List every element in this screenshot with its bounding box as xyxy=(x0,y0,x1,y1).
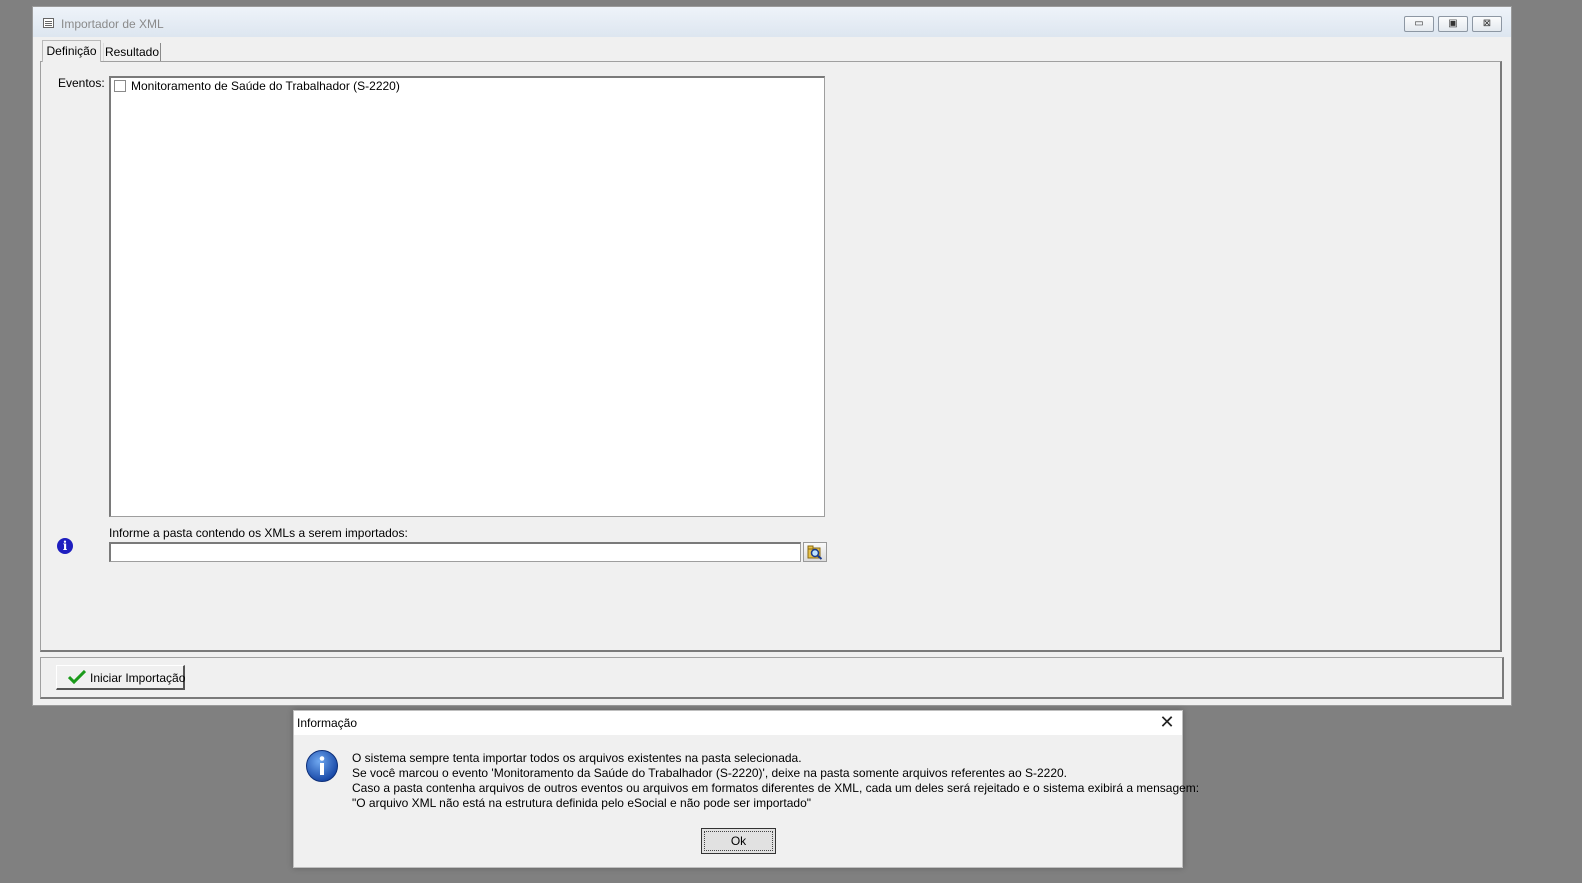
event-item-s2220[interactable]: Monitoramento de Saúde do Trabalhador (S… xyxy=(114,79,400,93)
iniciar-importacao-button[interactable]: Iniciar Importação xyxy=(56,665,185,690)
dialog-title-bar[interactable]: Informação ✕ xyxy=(294,711,1182,735)
folder-search-icon xyxy=(807,545,823,560)
title-bar[interactable]: Importador de XML ▭ ▣ ⊠ xyxy=(33,7,1511,37)
browse-folder-button[interactable] xyxy=(803,542,827,562)
dialog-message-line: Se você marcou o evento 'Monitoramento d… xyxy=(352,766,1068,780)
dialog-title: Informação xyxy=(297,716,358,730)
event-item-label: Monitoramento de Saúde do Trabalhador (S… xyxy=(131,79,400,93)
eventos-label: Eventos: xyxy=(58,76,105,90)
dialog-message-line: "O arquivo XML não está na estrutura def… xyxy=(352,796,812,810)
dialog-close-button[interactable]: ✕ xyxy=(1156,712,1178,734)
importador-window: Importador de XML ▭ ▣ ⊠ Definição Result… xyxy=(32,6,1512,706)
eventos-list[interactable]: Monitoramento de Saúde do Trabalhador (S… xyxy=(109,76,825,517)
close-button[interactable]: ⊠ xyxy=(1472,16,1502,32)
window-title: Importador de XML xyxy=(61,17,164,31)
dialog-message-line: O sistema sempre tenta importar todos os… xyxy=(352,751,802,765)
pasta-input[interactable] xyxy=(109,542,801,562)
definicao-panel: Eventos: Monitoramento de Saúde do Traba… xyxy=(40,61,1502,652)
information-icon xyxy=(306,750,338,782)
informacao-dialog: Informação ✕ O sistema sempre tenta impo… xyxy=(293,710,1199,868)
info-icon: i xyxy=(57,538,73,554)
maximize-button[interactable]: ▣ xyxy=(1438,16,1468,32)
green-check-icon xyxy=(68,670,86,684)
iniciar-importacao-label: Iniciar Importação xyxy=(90,671,186,685)
app-icon xyxy=(43,18,54,28)
event-checkbox[interactable] xyxy=(114,80,126,92)
dialog-message-line: Caso a pasta contenha arquivos de outros… xyxy=(352,781,1200,795)
bottom-bar: Iniciar Importação xyxy=(40,657,1504,699)
ok-button[interactable]: Ok xyxy=(701,828,776,854)
minimize-button[interactable]: ▭ xyxy=(1404,16,1434,32)
tab-resultado[interactable]: Resultado xyxy=(103,43,161,62)
pasta-label: Informe a pasta contendo os XMLs a serem… xyxy=(109,526,408,540)
tab-definicao[interactable]: Definição xyxy=(42,40,101,62)
